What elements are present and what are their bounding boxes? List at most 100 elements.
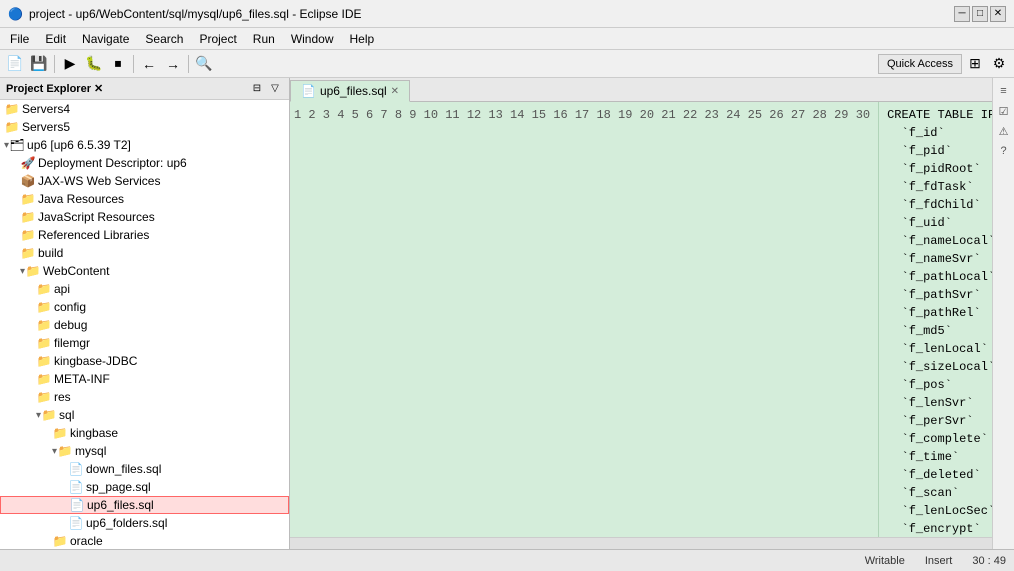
- folder-icon: 📁: [52, 533, 68, 549]
- status-bar: Writable Insert 30 : 49: [0, 549, 1014, 571]
- tree-item-api[interactable]: 📁api: [0, 280, 289, 298]
- tree-item-up6-files-sql[interactable]: 📄up6_files.sql: [0, 496, 289, 514]
- collapse-all-button[interactable]: ⊟: [249, 81, 265, 97]
- tree-item-label-sql: sql: [59, 408, 74, 422]
- tree-item-servers5[interactable]: 📁Servers5: [0, 118, 289, 136]
- tree-item-label-sp-page-sql: sp_page.sql: [86, 480, 151, 494]
- back-button[interactable]: ←: [138, 53, 160, 75]
- tree-item-label-webcontent: WebContent: [43, 264, 110, 278]
- folder-icon: 📁: [36, 389, 52, 405]
- editor-content[interactable]: 1 2 3 4 5 6 7 8 9 10 11 12 13 14 15 16 1…: [290, 102, 992, 537]
- tree-item-referenced-libraries[interactable]: 📁Referenced Libraries: [0, 226, 289, 244]
- tree-item-config[interactable]: 📁config: [0, 298, 289, 316]
- tree-item-webcontent[interactable]: ▾ 📁WebContent: [0, 262, 289, 280]
- tree-item-sql[interactable]: ▾ 📁sql: [0, 406, 289, 424]
- window-title: project - up6/WebContent/sql/mysql/up6_f…: [29, 7, 362, 21]
- tree-item-label-config: config: [54, 300, 86, 314]
- tree-item-down-files-sql[interactable]: 📄down_files.sql: [0, 460, 289, 478]
- toolbar-separator-3: [188, 55, 189, 73]
- writable-status: Writable: [865, 555, 905, 567]
- sql-file-icon: 📄: [69, 497, 85, 513]
- app-icon: 🔵: [8, 7, 23, 21]
- menu-file[interactable]: File: [4, 30, 35, 48]
- settings-button[interactable]: ⚙: [988, 53, 1010, 75]
- tree-item-label-oracle: oracle: [70, 534, 103, 548]
- tree-item-label-kingbase-jdbc: kingbase-JDBC: [54, 354, 137, 368]
- task-icon[interactable]: ☑: [995, 102, 1013, 120]
- tree-item-up6[interactable]: ▾ 🗂up6 [up6 6.5.39 T2]: [0, 136, 289, 154]
- cheatsheet-icon[interactable]: ?: [995, 142, 1013, 160]
- folder-icon: 📁: [57, 443, 73, 459]
- horizontal-scrollbar[interactable]: [290, 537, 992, 549]
- file-tree[interactable]: 📁Servers4 📁Servers5▾ 🗂up6 [up6 6.5.39 T2…: [0, 100, 289, 549]
- panel-menu-button[interactable]: ▽: [267, 81, 283, 97]
- tree-item-label-res: res: [54, 390, 71, 404]
- folder-icon: 📁: [36, 317, 52, 333]
- menu-edit[interactable]: Edit: [39, 30, 72, 48]
- maximize-button[interactable]: □: [972, 6, 988, 22]
- tree-item-label-java-resources: Java Resources: [38, 192, 124, 206]
- stop-button[interactable]: ⏹: [107, 53, 129, 75]
- tree-item-label-up6: up6 [up6 6.5.39 T2]: [27, 138, 131, 152]
- folder-icon: 📁: [36, 281, 52, 297]
- debug-button[interactable]: 🐛: [83, 53, 105, 75]
- tab-up6-files-sql[interactable]: 📄 up6_files.sql ✕: [290, 80, 410, 102]
- main-layout: Project Explorer ✕ ⊟ ▽ 📁Servers4 📁Server…: [0, 78, 1014, 571]
- tree-item-debug[interactable]: 📁debug: [0, 316, 289, 334]
- insert-mode-status: Insert: [925, 555, 953, 567]
- run-button[interactable]: ▶: [59, 53, 81, 75]
- tab-icon: 📄: [301, 84, 316, 98]
- minimize-button[interactable]: ─: [954, 6, 970, 22]
- tree-item-deployment[interactable]: 🚀Deployment Descriptor: up6: [0, 154, 289, 172]
- tree-item-label-down-files-sql: down_files.sql: [86, 462, 161, 476]
- tree-item-label-servers4: Servers4: [22, 102, 70, 116]
- quick-access-button[interactable]: Quick Access: [878, 54, 962, 74]
- tab-close-button[interactable]: ✕: [391, 86, 399, 97]
- search-button[interactable]: 🔍: [193, 53, 215, 75]
- tree-item-up6-folders-sql[interactable]: 📄up6_folders.sql: [0, 514, 289, 532]
- tree-item-filemgr[interactable]: 📁filemgr: [0, 334, 289, 352]
- title-bar-left: 🔵 project - up6/WebContent/sql/mysql/up6…: [8, 7, 362, 21]
- folder-icon: 📁: [36, 299, 52, 315]
- tree-item-jaxws[interactable]: 📦JAX-WS Web Services: [0, 172, 289, 190]
- menu-help[interactable]: Help: [344, 30, 381, 48]
- tree-item-sp-page-sql[interactable]: 📄sp_page.sql: [0, 478, 289, 496]
- folder-icon: 📁: [52, 425, 68, 441]
- tree-item-label-build: build: [38, 246, 63, 260]
- sql-file-icon: 📄: [68, 515, 84, 531]
- tree-item-meta-inf[interactable]: 📁META-INF: [0, 370, 289, 388]
- perspectives-button[interactable]: ⊞: [964, 53, 986, 75]
- forward-button[interactable]: →: [162, 53, 184, 75]
- right-sidebar: ≡ ☑ ⚠ ?: [992, 78, 1014, 549]
- menu-window[interactable]: Window: [285, 30, 340, 48]
- tree-item-build[interactable]: 📁build: [0, 244, 289, 262]
- tab-label: up6_files.sql: [320, 84, 387, 98]
- tree-item-javascript-resources[interactable]: 📁JavaScript Resources: [0, 208, 289, 226]
- tree-item-oracle[interactable]: 📁oracle: [0, 532, 289, 549]
- menu-run[interactable]: Run: [247, 30, 281, 48]
- tree-item-res[interactable]: 📁res: [0, 388, 289, 406]
- menu-project[interactable]: Project: [193, 30, 242, 48]
- close-button[interactable]: ✕: [990, 6, 1006, 22]
- tree-item-kingbase-jdbc[interactable]: 📁kingbase-JDBC: [0, 352, 289, 370]
- menu-search[interactable]: Search: [139, 30, 189, 48]
- problems-icon[interactable]: ⚠: [995, 122, 1013, 140]
- new-button[interactable]: 📄: [4, 53, 26, 75]
- tree-item-mysql[interactable]: ▾ 📁mysql: [0, 442, 289, 460]
- panel-header-icons: ⊟ ▽: [249, 81, 283, 97]
- tree-item-java-resources[interactable]: 📁Java Resources: [0, 190, 289, 208]
- save-button[interactable]: 💾: [28, 53, 50, 75]
- toolbar: 📄 💾 ▶ 🐛 ⏹ ← → 🔍 Quick Access ⊞ ⚙: [0, 50, 1014, 78]
- tree-item-label-deployment: Deployment Descriptor: up6: [38, 156, 187, 170]
- deploy-icon: 🚀: [20, 155, 36, 171]
- tree-item-label-api: api: [54, 282, 70, 296]
- folder-icon: 📁: [41, 407, 57, 423]
- editor-tabs: 📄 up6_files.sql ✕: [290, 78, 992, 102]
- tree-item-kingbase[interactable]: 📁kingbase: [0, 424, 289, 442]
- menu-navigate[interactable]: Navigate: [76, 30, 135, 48]
- tree-item-servers4[interactable]: 📁Servers4: [0, 100, 289, 118]
- folder-icon: 📁: [36, 371, 52, 387]
- code-editor[interactable]: CREATE TABLE IF NOT EXISTS `up6_files` (…: [879, 102, 992, 537]
- outline-icon[interactable]: ≡: [995, 82, 1013, 100]
- project-explorer-header: Project Explorer ✕ ⊟ ▽: [0, 78, 289, 100]
